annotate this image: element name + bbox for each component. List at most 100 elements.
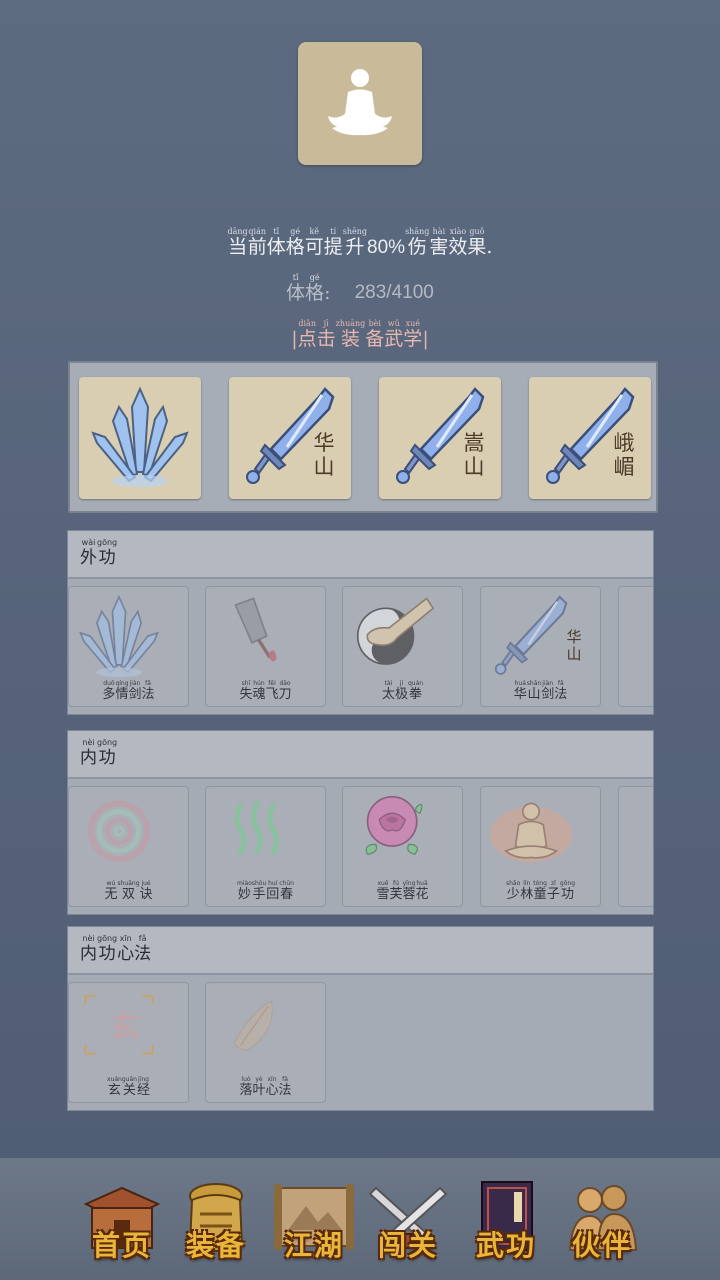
- section-title-char: nèi 内: [80, 935, 97, 965]
- skill-name-char: jí 极: [394, 681, 408, 703]
- stat-label-char: tǐ 体: [286, 273, 305, 305]
- skill-card[interactable]: xuě 雪 fú 芙 yīng 蓉 huā 花: [342, 786, 463, 907]
- skill-name-char: fú 芙: [389, 881, 402, 903]
- hanzi: 内: [80, 748, 97, 768]
- nav-martial[interactable]: 武功: [460, 1174, 552, 1274]
- hint-char: bèi 备: [365, 320, 385, 351]
- skill-card[interactable]: duō 多 qíng 情 jiàn 剑 fǎ 法: [68, 586, 189, 707]
- skill-card-partial[interactable]: [618, 786, 653, 907]
- effect-char: tí 提: [324, 228, 343, 259]
- sect-label: 华 山: [566, 628, 582, 663]
- hanzi: 林: [520, 887, 534, 902]
- section-header: nèi 内 gōng 功: [68, 731, 653, 779]
- hanzi: 情: [115, 687, 129, 702]
- pinyin: qián: [248, 227, 266, 236]
- hanzi: 无: [104, 887, 118, 902]
- nav-partner[interactable]: 伙伴: [556, 1174, 648, 1274]
- hanzi: 落: [239, 1083, 253, 1098]
- hanzi: 剑: [128, 687, 142, 702]
- skill-card[interactable]: wú 无 shuāng 双 jué 诀: [68, 786, 189, 907]
- hanzi: 雪: [376, 887, 390, 902]
- section-title-char: fǎ 法: [134, 935, 151, 965]
- skill-card-partial[interactable]: [618, 586, 653, 707]
- nav-jianghu[interactable]: 江湖: [268, 1174, 360, 1274]
- effect-char: kě 可: [305, 228, 324, 259]
- skill-card[interactable]: tài 太 jí 极 quán 拳: [342, 586, 463, 707]
- skill-name-char: jīng 经: [137, 1077, 150, 1099]
- skill-card[interactable]: 华 山 huá 华 shān 山 jiàn 剑 fǎ 法: [480, 586, 601, 707]
- equipped-skills-panel: 华 山 嵩 山 峨 嵋: [68, 361, 658, 513]
- nav-equipment[interactable]: 装备: [170, 1174, 262, 1274]
- skill-name-char: duō 多: [102, 681, 115, 703]
- skill-name-char: xuán 玄: [107, 1077, 122, 1099]
- pinyin: xué: [405, 319, 420, 328]
- skill-name: wú 无 shuāng 双 jué 诀: [69, 881, 188, 903]
- effect-char: dāng 当: [228, 228, 248, 259]
- hanzi: 心: [117, 944, 135, 964]
- effect-char: guǒ 果: [467, 227, 487, 259]
- hanzi: 心: [265, 1083, 279, 1098]
- meditation-avatar[interactable]: [298, 42, 422, 165]
- equipped-slot-3[interactable]: 嵩 山: [379, 377, 501, 499]
- skill-card[interactable]: shī 失 hún 魂 fēi 飞 dāo 刀: [205, 586, 326, 707]
- sect-label: 嵩 山: [463, 431, 485, 479]
- hanzi: 极: [394, 687, 408, 702]
- nav-home[interactable]: 首页: [76, 1174, 168, 1274]
- hanzi: 玄: [107, 1083, 121, 1098]
- hanzi: 少: [506, 887, 520, 902]
- pinyin: gōng: [97, 738, 118, 747]
- hanzi: 妙: [237, 887, 251, 902]
- hanzi: 山: [527, 687, 541, 702]
- skill-name-char: tóng 童: [533, 881, 547, 903]
- xuan-glyph: 玄: [110, 1010, 140, 1045]
- skill-name-char: xuě 雪: [376, 881, 390, 903]
- section-waigong: wài 外 gōng 功 duō 多 qíng 情 jiàn 剑 fǎ 法 shī 失 hún 魂 fēi 飞…: [67, 530, 654, 715]
- equipped-slot-2[interactable]: 华 山: [229, 377, 351, 499]
- section-header: nèi 内 gōng 功 xīn 心 fǎ 法: [68, 927, 653, 975]
- skill-name: huá 华 shān 山 jiàn 剑 fǎ 法: [481, 681, 600, 703]
- skill-card[interactable]: luò 落 yè 叶 xīn 心 fǎ 法: [205, 982, 326, 1103]
- skill-name-char: huā 花: [415, 881, 429, 903]
- pinyin: wài: [81, 538, 96, 547]
- section-xinfa: nèi 内 gōng 功 xīn 心 fǎ 法 玄 xuán 玄 guān 关 jīng 经 luò 落 yè…: [67, 926, 654, 1111]
- effect-char: xiào 效: [448, 228, 467, 259]
- equipped-slot-1[interactable]: [79, 377, 201, 499]
- hanzi: 剑: [541, 687, 555, 702]
- skill-name-char: quán 拳: [408, 681, 423, 703]
- section-title-char: nèi 内: [80, 739, 97, 769]
- skill-name-char: hún 魂: [252, 681, 265, 703]
- hanzi: 点: [297, 328, 317, 350]
- hint-char: zhuāng 装: [336, 320, 366, 351]
- section-title: wài 外 gōng 功: [80, 539, 117, 569]
- effect-char: shāng 伤: [405, 227, 430, 259]
- skill-name-char: qíng 情: [115, 681, 129, 703]
- skill-name-char: shī 失: [239, 681, 252, 703]
- hanzi: 花: [415, 887, 429, 902]
- skill-card[interactable]: 玄 xuán 玄 guān 关 jīng 经: [68, 982, 189, 1103]
- section-title-char: gōng 功: [97, 739, 117, 769]
- skill-name-char: yīng 蓉: [403, 881, 416, 903]
- section-title: nèi 内 gōng 功: [80, 739, 117, 769]
- equipped-slot-4[interactable]: 峨 嵋: [529, 377, 651, 499]
- effect-char: qián 前: [248, 227, 267, 259]
- skill-name-char: gōng 功: [560, 881, 575, 903]
- nav-challenge[interactable]: 闯关: [362, 1174, 454, 1274]
- physique-stat: tǐ 体 gé 格: 283/4100: [286, 273, 434, 305]
- pinyin: tǐ: [292, 273, 299, 282]
- pinyin: guǒ: [469, 227, 485, 236]
- hanzi: 备: [365, 328, 385, 350]
- hint-char: wǔ 武: [384, 320, 403, 351]
- hanzi: 功: [98, 748, 116, 768]
- skill-name: luò 落 yè 叶 xīn 心 fǎ 法: [206, 1077, 325, 1099]
- pinyin: shāng: [405, 227, 430, 236]
- pinyin: gé: [290, 227, 301, 236]
- nav-label: 武功: [475, 1229, 536, 1262]
- physique-effect-text: dāng 当 qián 前 tǐ 体 gé 格 kě 可 tí 提 shēng 升 80% shāng 伤 hài…: [227, 227, 493, 259]
- skill-card[interactable]: miào 妙 shǒu 手 huí 回 chūn 春: [205, 786, 326, 907]
- skill-name-char: yè 叶: [252, 1077, 265, 1099]
- nav-label: 伙伴: [571, 1229, 632, 1262]
- hanzi: 果: [467, 236, 487, 258]
- section-title-char: gōng 功: [97, 539, 117, 569]
- skill-name: xuě 雪 fú 芙 yīng 蓉 huā 花: [343, 881, 462, 903]
- skill-card[interactable]: shǎo 少 lín 林 tóng 童 zǐ 子 gōng 功: [480, 786, 601, 907]
